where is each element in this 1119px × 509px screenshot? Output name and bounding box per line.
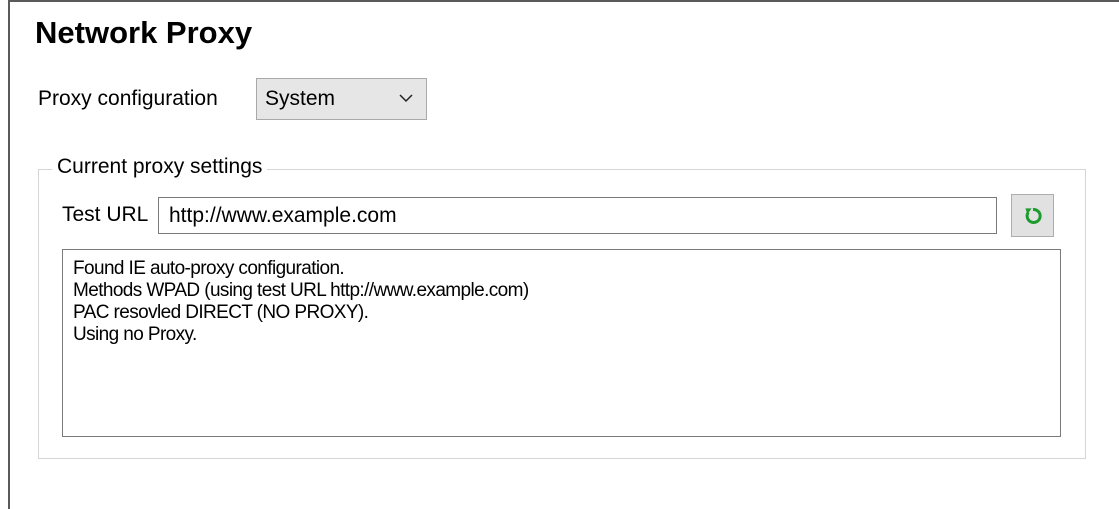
refresh-button[interactable] <box>1011 194 1054 237</box>
test-url-input[interactable] <box>158 197 997 234</box>
output-line: Using no Proxy. <box>73 324 197 345</box>
proxy-configuration-select[interactable]: System <box>256 78 427 120</box>
proxy-configuration-value: System <box>265 87 336 110</box>
current-proxy-settings-legend: Current proxy settings <box>52 155 268 179</box>
output-line: Methods WPAD (using test URL http://www.… <box>73 280 529 301</box>
proxy-configuration-label: Proxy configuration <box>38 87 218 110</box>
refresh-icon <box>1025 207 1042 224</box>
chevron-down-icon <box>398 90 414 106</box>
test-url-label: Test URL <box>62 203 149 226</box>
page-title: Network Proxy <box>35 15 253 50</box>
output-line: Found IE auto-proxy configuration. <box>73 258 345 279</box>
proxy-result-output: Found IE auto-proxy configuration. Metho… <box>62 249 1061 437</box>
output-line: PAC resovled DIRECT (NO PROXY). <box>73 302 369 323</box>
